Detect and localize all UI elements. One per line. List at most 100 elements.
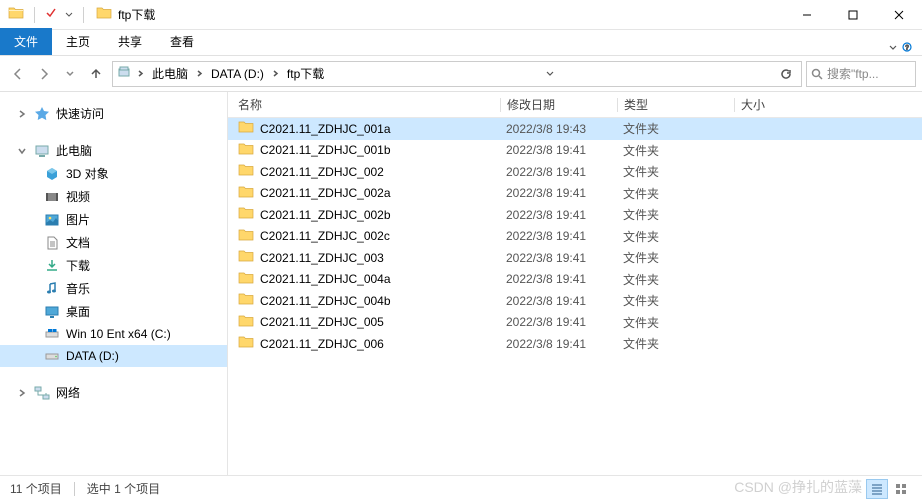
sidebar-quick-access[interactable]: 快速访问 xyxy=(0,102,227,125)
sidebar-item[interactable]: DATA (D:) xyxy=(0,345,227,367)
tab-home[interactable]: 主页 xyxy=(52,28,104,55)
status-item-count: 11 个项目 xyxy=(10,480,62,497)
nav-recent-button[interactable] xyxy=(58,62,82,86)
folder-row[interactable]: C2021.11_ZDHJC_001b2022/3/8 19:41文件夹 xyxy=(228,140,922,162)
status-selection-count: 选中 1 个项目 xyxy=(87,480,160,497)
chevron-right-icon[interactable] xyxy=(18,110,28,118)
chevron-right-icon[interactable] xyxy=(18,389,28,397)
sidebar-item[interactable]: 文档 xyxy=(0,231,227,254)
file-type: 文件夹 xyxy=(623,228,740,245)
view-details-button[interactable] xyxy=(866,479,888,499)
sidebar-item[interactable]: 图片 xyxy=(0,208,227,231)
folder-icon xyxy=(238,184,254,203)
sidebar-item[interactable]: 音乐 xyxy=(0,277,227,300)
folder-icon xyxy=(238,334,254,353)
folder-icon xyxy=(238,270,254,289)
file-list[interactable]: C2021.11_ZDHJC_001a2022/3/8 19:43文件夹C202… xyxy=(228,118,922,475)
folder-icon xyxy=(238,162,254,181)
star-icon xyxy=(34,106,50,122)
date-modified: 2022/3/8 19:41 xyxy=(506,272,623,286)
sidebar-this-pc[interactable]: 此电脑 xyxy=(0,139,227,162)
column-name[interactable]: 名称 xyxy=(232,96,500,113)
sidebar-item[interactable]: 视频 xyxy=(0,185,227,208)
nav-up-button[interactable] xyxy=(84,62,108,86)
nav-back-button[interactable] xyxy=(6,62,30,86)
chevron-down-icon[interactable] xyxy=(18,147,28,155)
folder-icon xyxy=(238,291,254,310)
tab-share[interactable]: 共享 xyxy=(104,28,156,55)
network-icon xyxy=(34,385,50,401)
folder-name: C2021.11_ZDHJC_002b xyxy=(260,208,391,222)
content-pane: 名称 修改日期 类型 大小 C2021.11_ZDHJC_001a2022/3/… xyxy=(228,92,922,475)
file-type: 文件夹 xyxy=(623,206,740,223)
folder-row[interactable]: C2021.11_ZDHJC_0022022/3/8 19:41文件夹 xyxy=(228,161,922,183)
nav-forward-button[interactable] xyxy=(32,62,56,86)
column-date[interactable]: 修改日期 xyxy=(501,96,617,113)
breadcrumb-item[interactable]: 此电脑 xyxy=(150,65,190,82)
chevron-right-icon[interactable] xyxy=(268,70,283,77)
sidebar-item[interactable]: 桌面 xyxy=(0,300,227,323)
breadcrumb-item[interactable]: DATA (D:) xyxy=(209,67,266,81)
separator xyxy=(34,7,35,23)
address-dropdown-icon[interactable] xyxy=(546,67,554,81)
folder-name: C2021.11_ZDHJC_005 xyxy=(260,315,384,329)
window-title: ftp下载 xyxy=(118,6,155,23)
folder-row[interactable]: C2021.11_ZDHJC_004a2022/3/8 19:41文件夹 xyxy=(228,269,922,291)
column-size[interactable]: 大小 xyxy=(735,96,815,113)
title-bar: ftp下载 xyxy=(0,0,922,30)
folder-row[interactable]: C2021.11_ZDHJC_0062022/3/8 19:41文件夹 xyxy=(228,333,922,355)
ribbon-expand-icon[interactable] xyxy=(888,41,898,55)
chevron-right-icon[interactable] xyxy=(192,70,207,77)
breadcrumb[interactable]: 此电脑 DATA (D:) ftp下载 xyxy=(112,61,802,87)
file-type: 文件夹 xyxy=(623,292,740,309)
date-modified: 2022/3/8 19:41 xyxy=(506,165,623,179)
column-type[interactable]: 类型 xyxy=(618,96,734,113)
date-modified: 2022/3/8 19:41 xyxy=(506,315,623,329)
folder-row[interactable]: C2021.11_ZDHJC_0052022/3/8 19:41文件夹 xyxy=(228,312,922,334)
tab-file[interactable]: 文件 xyxy=(0,28,52,55)
search-input[interactable]: 搜索"ftp... xyxy=(806,61,916,87)
maximize-button[interactable] xyxy=(830,0,876,30)
minimize-button[interactable] xyxy=(784,0,830,30)
date-modified: 2022/3/8 19:41 xyxy=(506,229,623,243)
quick-access-toolbar xyxy=(0,5,86,24)
folder-row[interactable]: C2021.11_ZDHJC_002c 2022/3/8 19:41文件夹 xyxy=(228,226,922,248)
tab-view[interactable]: 查看 xyxy=(156,28,208,55)
date-modified: 2022/3/8 19:41 xyxy=(506,251,623,265)
pictures-icon xyxy=(44,212,60,228)
ribbon: 文件 主页 共享 查看 ? xyxy=(0,30,922,56)
address-bar: 此电脑 DATA (D:) ftp下载 搜索"ftp... xyxy=(0,56,922,92)
qat-dropdown-icon[interactable] xyxy=(65,8,73,22)
app-folder-icon[interactable] xyxy=(8,5,24,24)
sidebar-network[interactable]: 网络 xyxy=(0,381,227,404)
file-type: 文件夹 xyxy=(623,249,740,266)
folder-row[interactable]: C2021.11_ZDHJC_004b2022/3/8 19:41文件夹 xyxy=(228,290,922,312)
help-icon[interactable]: ? xyxy=(902,41,912,55)
folder-row[interactable]: C2021.11_ZDHJC_001a2022/3/8 19:43文件夹 xyxy=(228,118,922,140)
file-type: 文件夹 xyxy=(623,163,740,180)
folder-name: C2021.11_ZDHJC_002c xyxy=(260,229,390,243)
folder-name: C2021.11_ZDHJC_002a xyxy=(260,186,391,200)
folder-icon xyxy=(238,119,254,138)
date-modified: 2022/3/8 19:41 xyxy=(506,337,623,351)
breadcrumb-item[interactable]: ftp下载 xyxy=(285,65,326,82)
folder-row[interactable]: C2021.11_ZDHJC_0032022/3/8 19:41文件夹 xyxy=(228,247,922,269)
folder-row[interactable]: C2021.11_ZDHJC_002a2022/3/8 19:41文件夹 xyxy=(228,183,922,205)
3d-icon xyxy=(44,166,60,182)
separator xyxy=(74,482,75,496)
properties-icon[interactable] xyxy=(45,7,57,22)
close-button[interactable] xyxy=(876,0,922,30)
sidebar-item[interactable]: 3D 对象 xyxy=(0,162,227,185)
navigation-pane: 快速访问 此电脑 3D 对象视频图片文档下载音乐桌面Win 10 Ent x64… xyxy=(0,92,228,475)
sidebar-item[interactable]: 下载 xyxy=(0,254,227,277)
refresh-button[interactable] xyxy=(775,68,797,80)
date-modified: 2022/3/8 19:41 xyxy=(506,294,623,308)
folder-row[interactable]: C2021.11_ZDHJC_002b2022/3/8 19:41文件夹 xyxy=(228,204,922,226)
search-placeholder: 搜索"ftp... xyxy=(827,65,879,82)
folder-name: C2021.11_ZDHJC_004a xyxy=(260,272,391,286)
column-headers: 名称 修改日期 类型 大小 xyxy=(228,92,922,118)
sidebar-item[interactable]: Win 10 Ent x64 (C:) xyxy=(0,323,227,345)
view-large-icons-button[interactable] xyxy=(890,479,912,499)
chevron-right-icon[interactable] xyxy=(133,70,148,77)
breadcrumb-root-icon[interactable] xyxy=(117,65,131,82)
